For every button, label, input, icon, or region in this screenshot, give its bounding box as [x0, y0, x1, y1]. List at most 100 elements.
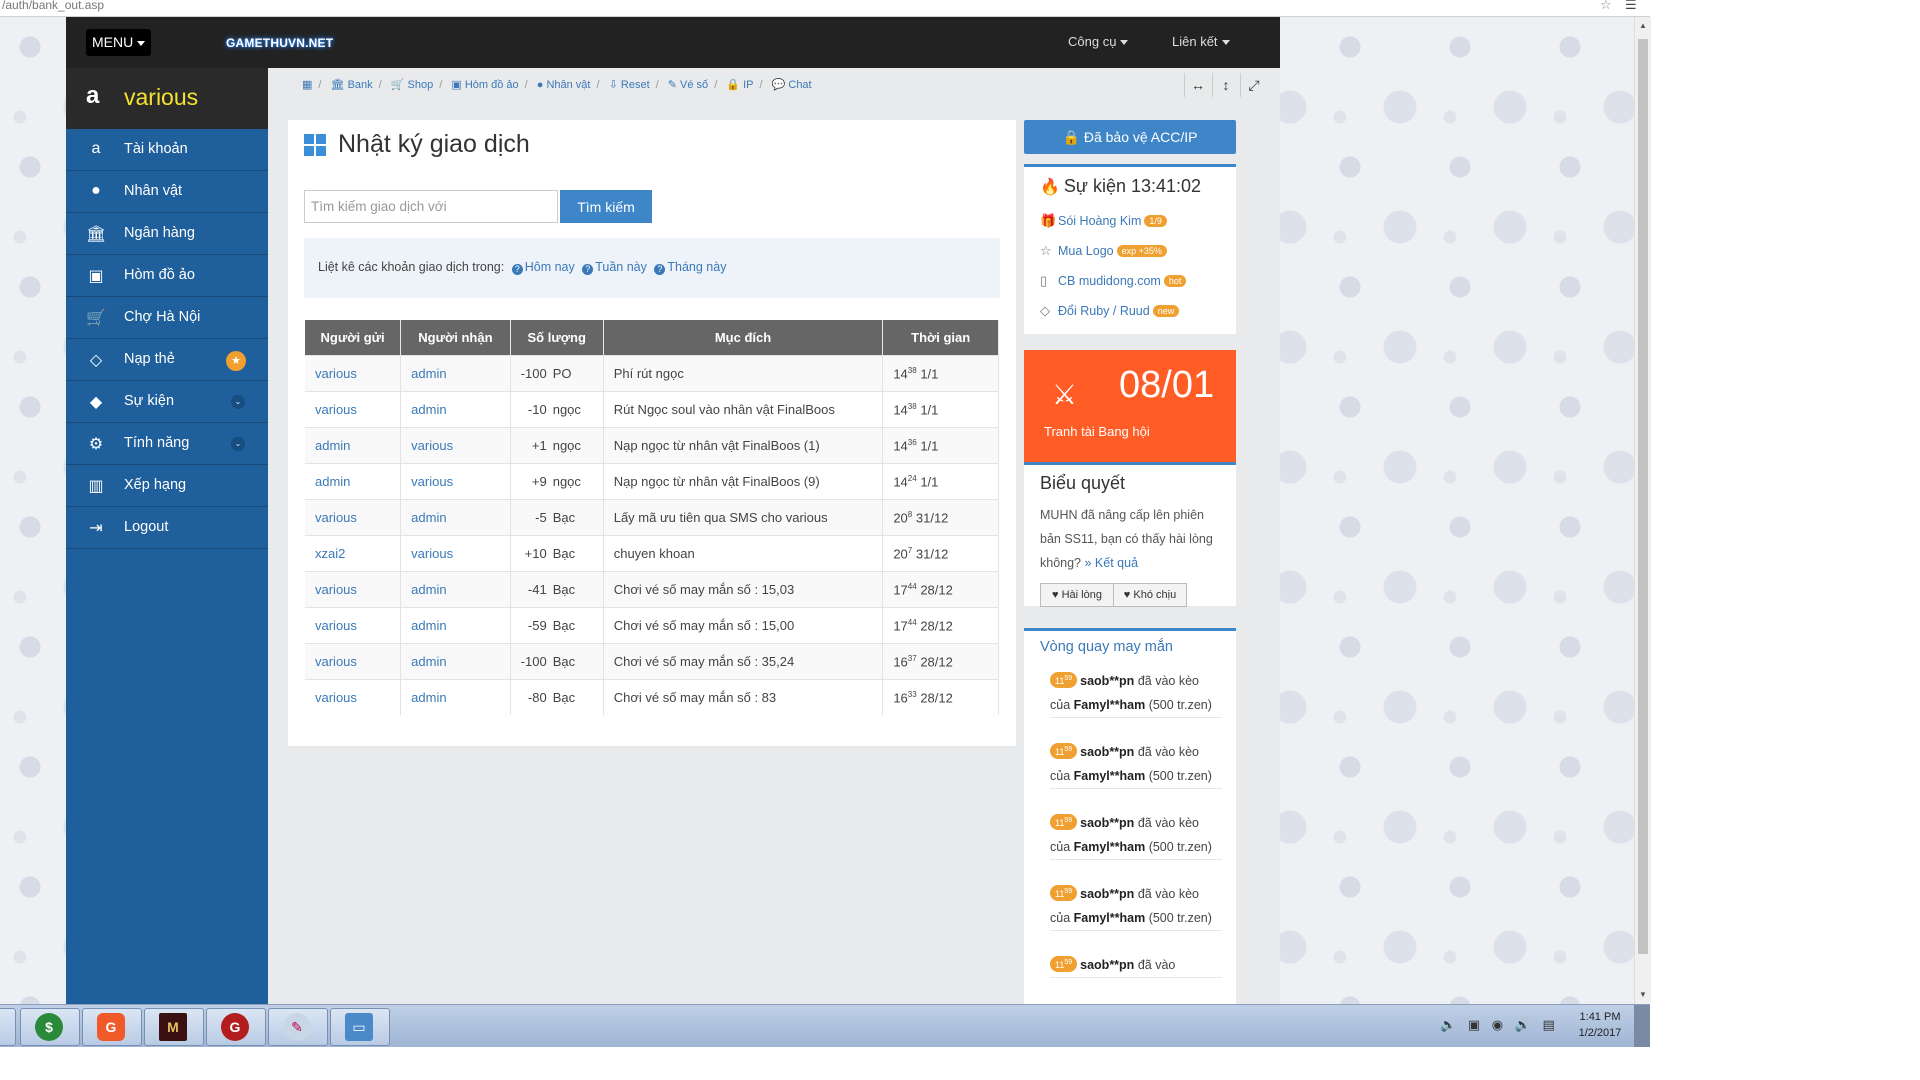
site-logo[interactable]: GAMETHUVN.NET — [226, 27, 344, 61]
speaker-icon[interactable]: 🔈 — [1440, 1017, 1456, 1032]
sender-cell[interactable]: xzai2 — [305, 535, 402, 572]
sender-cell[interactable]: various — [305, 391, 402, 428]
breadcrumb-ip[interactable]: 🔒 IP — [726, 79, 753, 91]
search-button[interactable]: Tìm kiếm — [560, 190, 652, 223]
chevron-down-icon[interactable]: ⌄ — [231, 395, 245, 409]
filter-week-link[interactable]: ? Tuần này — [582, 260, 647, 275]
breadcrumb-chat[interactable]: 💬 Chat — [772, 79, 812, 91]
chevron-down-icon[interactable]: ⌄ — [231, 437, 245, 451]
filter-month-link[interactable]: ? Tháng này — [654, 260, 726, 275]
sender-cell[interactable]: various — [305, 499, 402, 536]
breadcrumb-shop[interactable]: 🛒 Shop — [391, 79, 433, 91]
sender-cell[interactable]: various — [305, 679, 402, 715]
caret-down-icon — [1120, 40, 1129, 46]
sidebar-item-market[interactable]: 🛒 Chợ Hà Nội — [66, 297, 268, 339]
column-header-amount[interactable]: Số lượng — [510, 320, 604, 356]
column-header-time[interactable]: Thời gian — [882, 320, 999, 356]
amount-cell: -59 Bạc — [510, 607, 604, 644]
column-header-receiver[interactable]: Người nhận — [400, 320, 511, 356]
menu-button[interactable]: MENU — [86, 29, 152, 56]
taskbar-app-mu[interactable]: M — [144, 1008, 204, 1046]
sender-cell[interactable]: various — [305, 571, 402, 608]
time-pill-hour: 11 — [1055, 676, 1065, 686]
breadcrumb-character[interactable]: ● Nhân vật — [537, 79, 591, 91]
poll-yes-button[interactable]: ♥ Hài lòng — [1040, 583, 1114, 607]
sender-cell[interactable]: admin — [305, 427, 402, 464]
caret-down-icon — [1221, 40, 1230, 46]
garena-tray-icon[interactable]: ◉ — [1492, 1017, 1503, 1032]
filter-today-link[interactable]: ? Hôm nay — [511, 260, 575, 275]
sender-cell[interactable]: various — [305, 355, 402, 392]
sender-cell[interactable]: admin — [305, 463, 402, 500]
address-url[interactable]: /auth/bank_out.asp — [2, 0, 104, 12]
network-icon[interactable]: ▤ — [1543, 1017, 1555, 1032]
event-item-golden-wolf[interactable]: 🎁 Sói Hoàng Kim 1/9 — [1040, 213, 1167, 229]
lucky-wheel-title[interactable]: Vòng quay may mắn — [1040, 639, 1173, 655]
receiver-cell[interactable]: admin — [400, 643, 511, 680]
time-pill: 1159 — [1050, 814, 1078, 830]
sidebar-item-logout[interactable]: ⇥ Logout — [66, 507, 268, 549]
receiver-cell[interactable]: admin — [400, 607, 511, 644]
tools-dropdown[interactable]: Công cụ — [1068, 34, 1129, 49]
receiver-cell[interactable]: admin — [400, 499, 511, 536]
sender-cell[interactable]: various — [305, 607, 402, 644]
nvidia-icon[interactable]: ▣ — [1468, 1017, 1480, 1032]
taskbar-app-money[interactable]: $ — [20, 1008, 80, 1046]
receiver-cell[interactable]: various — [400, 535, 511, 572]
calendar-icon[interactable]: ▦ — [302, 79, 312, 91]
volume-icon[interactable]: 🔊 — [1515, 1017, 1531, 1032]
expand-width-icon[interactable]: ↔ — [1184, 73, 1211, 97]
receiver-cell[interactable]: various — [400, 427, 511, 464]
time-hour: 14 — [893, 438, 908, 454]
receiver-cell[interactable]: admin — [400, 679, 511, 715]
protected-acc-ip-button[interactable]: 🔒 Đã bảo vệ ACC/IP — [1024, 120, 1236, 154]
breadcrumb-chest[interactable]: ▣ Hòm đồ ảo — [451, 79, 518, 91]
fullscreen-icon[interactable]: ⤢ — [1240, 73, 1267, 97]
event-item-ruby[interactable]: ◇ Đổi Ruby / Ruud new — [1040, 303, 1180, 319]
sidebar-item-account[interactable]: a Tài khoản — [66, 129, 268, 171]
links-dropdown[interactable]: Liên kết — [1172, 34, 1230, 49]
scroll-up-arrow-icon[interactable]: ▲ — [1638, 21, 1648, 31]
sidebar-item-events[interactable]: ◆ Sự kiện ⌄ — [66, 381, 268, 423]
time-pill-minute: 59 — [1064, 675, 1073, 682]
scroll-thumb[interactable] — [1638, 39, 1648, 954]
expand-height-icon[interactable]: ↕ — [1212, 73, 1239, 97]
breadcrumb-lottery[interactable]: ✎ Vé số — [668, 79, 708, 91]
event-item-buy-logo[interactable]: ☆ Mua Logo exp +35% — [1040, 243, 1167, 259]
sidebar-item-ranking[interactable]: ▥ Xếp hạng — [66, 465, 268, 507]
column-header-purpose[interactable]: Mục đích — [603, 320, 884, 356]
browser-menu-icon[interactable]: ☰ — [1625, 0, 1637, 12]
show-desktop-button[interactable] — [1634, 1005, 1650, 1047]
sidebar-item-character[interactable]: ● Nhân vật — [66, 171, 268, 213]
taskbar-app-folder[interactable] — [0, 1008, 16, 1046]
receiver-cell[interactable]: admin — [400, 391, 511, 428]
scroll-down-arrow-icon[interactable]: ▼ — [1638, 990, 1648, 1000]
guild-war-card[interactable]: ⚔ 08/01 Tranh tài Bang hội — [1024, 350, 1236, 465]
page-scrollbar[interactable]: ▲ ▼ — [1634, 17, 1651, 1004]
time-hour: 20 — [893, 546, 908, 562]
time-pill-minute: 59 — [1064, 817, 1073, 824]
receiver-cell[interactable]: admin — [400, 571, 511, 608]
bookmark-star-icon[interactable]: ☆ — [1600, 0, 1612, 12]
taskbar-app-game[interactable]: G — [206, 1008, 266, 1046]
receiver-cell[interactable]: admin — [400, 355, 511, 392]
profile-username[interactable]: various — [124, 84, 198, 111]
sidebar-item-bank[interactable]: 🏛 Ngân hàng — [66, 213, 268, 255]
taskbar-app-paint[interactable]: ✎ — [268, 1008, 328, 1046]
column-header-sender[interactable]: Người gửi — [305, 320, 402, 356]
sidebar-item-topup[interactable]: ◇ Nạp thẻ ★ — [66, 339, 268, 381]
sender-cell[interactable]: various — [305, 643, 402, 680]
search-input[interactable] — [304, 190, 558, 223]
poll-no-button[interactable]: ♥ Khó chịu — [1113, 583, 1187, 607]
breadcrumb-bank[interactable]: 🏛 Bank — [331, 79, 373, 91]
time-hour: 14 — [893, 474, 908, 490]
poll-result-link[interactable]: » Kết quả — [1085, 556, 1139, 570]
taskbar-app-garena[interactable]: G — [82, 1008, 142, 1046]
system-clock[interactable]: 1:41 PM 1/2/2017 — [1574, 1009, 1626, 1041]
sidebar-item-virtual-chest[interactable]: ▣ Hòm đồ ảo — [66, 255, 268, 297]
breadcrumb-reset[interactable]: ⇩ Reset — [609, 79, 650, 91]
taskbar-app-photo[interactable]: ▭ — [330, 1008, 390, 1046]
receiver-cell[interactable]: various — [400, 463, 511, 500]
sidebar-item-features[interactable]: ⚙ Tính năng ⌄ — [66, 423, 268, 465]
event-item-mobile[interactable]: ▯ CB mudidong.com hot — [1040, 273, 1187, 289]
